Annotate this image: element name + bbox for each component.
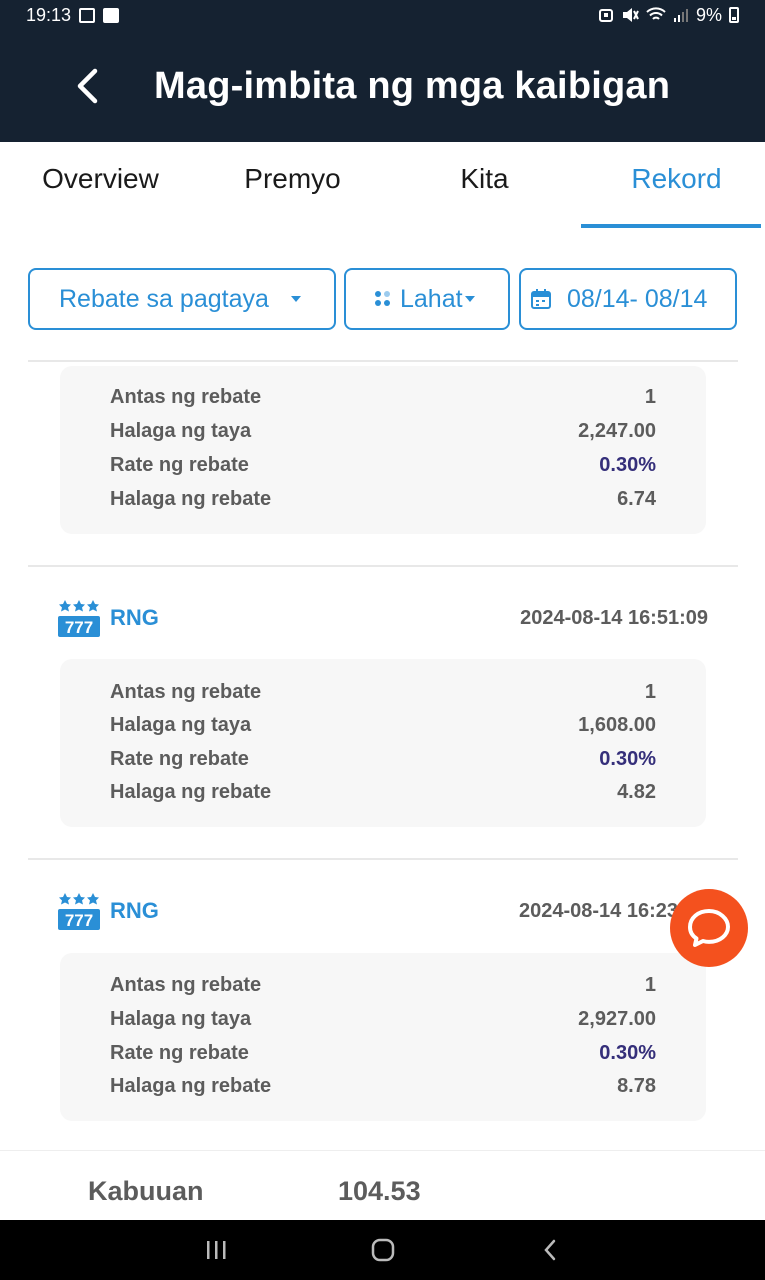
check-box-icon <box>103 7 120 23</box>
detail-label: Halaga ng taya <box>110 419 252 442</box>
game-name: RNG <box>110 898 159 923</box>
status-bar: 19:13 9% <box>0 0 765 30</box>
tab-premyo[interactable]: Premyo <box>197 142 388 228</box>
detail-label: Antas ng rebate <box>110 385 262 408</box>
back-button[interactable] <box>60 58 116 114</box>
slot-777-icon: 777 <box>58 893 100 930</box>
total-label: Kabuuan <box>88 1176 204 1206</box>
detail-row: Halaga ng taya 2,247.00 <box>110 416 656 446</box>
tab-kita[interactable]: Kita <box>389 142 580 228</box>
calendar-icon <box>531 289 551 309</box>
chat-bubble-icon <box>688 909 730 947</box>
category-filter-dropdown[interactable]: Lahat <box>344 268 510 330</box>
slot-777-icon: 777 <box>58 600 100 637</box>
mute-icon <box>622 8 639 22</box>
detail-row: Halaga ng taya 1,608.00 <box>110 710 656 740</box>
detail-value: 2,247.00 <box>578 419 656 442</box>
filter-bar: Rebate sa pagtaya Lahat 08/14- 08/14 <box>0 228 765 360</box>
alarm-icon <box>598 9 613 22</box>
detail-row: Rate ng rebate 0.30% <box>110 744 656 774</box>
detail-label: Halaga ng rebate <box>110 487 272 510</box>
wifi-icon <box>646 7 666 20</box>
category-filter-label: Lahat <box>400 284 463 313</box>
detail-row: Antas ng rebate 1 <box>110 382 656 412</box>
tab-overview[interactable]: Overview <box>5 142 196 228</box>
back-nav-button[interactable] <box>520 1230 580 1270</box>
detail-value: 0.30% <box>599 453 656 476</box>
signal-icon <box>673 9 688 22</box>
detail-value: 6.74 <box>617 487 656 510</box>
detail-row: Halaga ng taya 2,927.00 <box>110 1004 656 1034</box>
battery-icon <box>729 7 739 23</box>
detail-row: Rate ng rebate 0.30% <box>110 450 656 480</box>
status-time: 19:13 <box>26 4 72 25</box>
grid-dots-icon <box>375 291 390 306</box>
tab-bar: Overview Premyo Kita Rekord <box>0 142 765 228</box>
caret-down-icon <box>290 296 301 302</box>
divider <box>28 360 738 362</box>
detail-value: 1,608.00 <box>578 713 656 736</box>
svg-text:777: 777 <box>65 911 93 930</box>
home-icon <box>371 1238 395 1262</box>
caret-down-icon <box>464 296 475 302</box>
date-range-label: 08/14- 08/14 <box>567 284 708 313</box>
svg-text:777: 777 <box>65 618 93 637</box>
detail-label: Rate ng rebate <box>110 747 249 770</box>
date-range-picker[interactable]: 08/14- 08/14 <box>519 268 737 330</box>
total-value: 104.53 <box>338 1176 421 1206</box>
recent-apps-button[interactable] <box>186 1230 246 1270</box>
detail-label: Rate ng rebate <box>110 1041 249 1064</box>
back-nav-icon <box>544 1239 556 1261</box>
battery-percent: 9% <box>695 4 722 25</box>
detail-label: Antas ng rebate <box>110 973 262 996</box>
detail-label: Halaga ng taya <box>110 713 252 736</box>
record-time: 2024-08-14 16:23 <box>518 899 678 922</box>
total-footer: Kabuuan 104.53 <box>0 1150 765 1220</box>
detail-value: 8.78 <box>617 1074 656 1097</box>
detail-row: Halaga ng rebate 6.74 <box>110 484 656 514</box>
type-filter-dropdown[interactable]: Rebate sa pagtaya <box>28 268 336 330</box>
detail-value: 4.82 <box>617 780 656 803</box>
detail-row: Rate ng rebate 0.30% <box>110 1038 656 1068</box>
tab-rekord[interactable]: Rekord <box>581 142 765 228</box>
detail-value: 1 <box>644 680 656 703</box>
record-details-card: Antas ng rebate 1 Halaga ng taya 2,247.0… <box>60 366 706 534</box>
detail-value: 1 <box>644 973 656 996</box>
record-details-card: Antas ng rebate 1 Halaga ng taya 1,608.0… <box>60 659 706 827</box>
detail-row: Antas ng rebate 1 <box>110 970 656 1000</box>
app-header: Mag-imbita ng mga kaibigan <box>0 30 765 142</box>
detail-row: Halaga ng rebate 8.78 <box>110 1071 656 1101</box>
chat-support-button[interactable] <box>670 889 748 967</box>
chevron-left-icon <box>77 68 98 104</box>
detail-label: Antas ng rebate <box>110 680 262 703</box>
record-time: 2024-08-14 16:51:09 <box>520 606 708 629</box>
image-icon <box>79 7 96 23</box>
detail-label: Rate ng rebate <box>110 453 249 476</box>
system-nav-bar <box>0 1220 765 1280</box>
detail-label: Halaga ng rebate <box>110 780 272 803</box>
divider <box>28 858 738 860</box>
detail-label: Halaga ng rebate <box>110 1074 272 1097</box>
detail-row: Halaga ng rebate 4.82 <box>110 777 656 807</box>
detail-row: Antas ng rebate 1 <box>110 677 656 707</box>
detail-value: 0.30% <box>599 1041 656 1064</box>
recent-apps-icon <box>207 1241 226 1259</box>
page-title: Mag-imbita ng mga kaibigan <box>154 65 671 107</box>
detail-value: 1 <box>644 385 656 408</box>
record-header: 777 RNG 2024-08-14 16:51:09 <box>58 596 708 640</box>
record-header: 777 RNG 2024-08-14 16:23 <box>58 889 708 933</box>
home-button[interactable] <box>353 1230 413 1270</box>
record-details-card: Antas ng rebate 1 Halaga ng taya 2,927.0… <box>60 953 706 1121</box>
detail-value: 2,927.00 <box>578 1007 656 1030</box>
detail-label: Halaga ng taya <box>110 1007 252 1030</box>
detail-value: 0.30% <box>599 747 656 770</box>
divider <box>28 565 738 567</box>
game-name: RNG <box>110 605 159 630</box>
type-filter-label: Rebate sa pagtaya <box>59 284 269 313</box>
